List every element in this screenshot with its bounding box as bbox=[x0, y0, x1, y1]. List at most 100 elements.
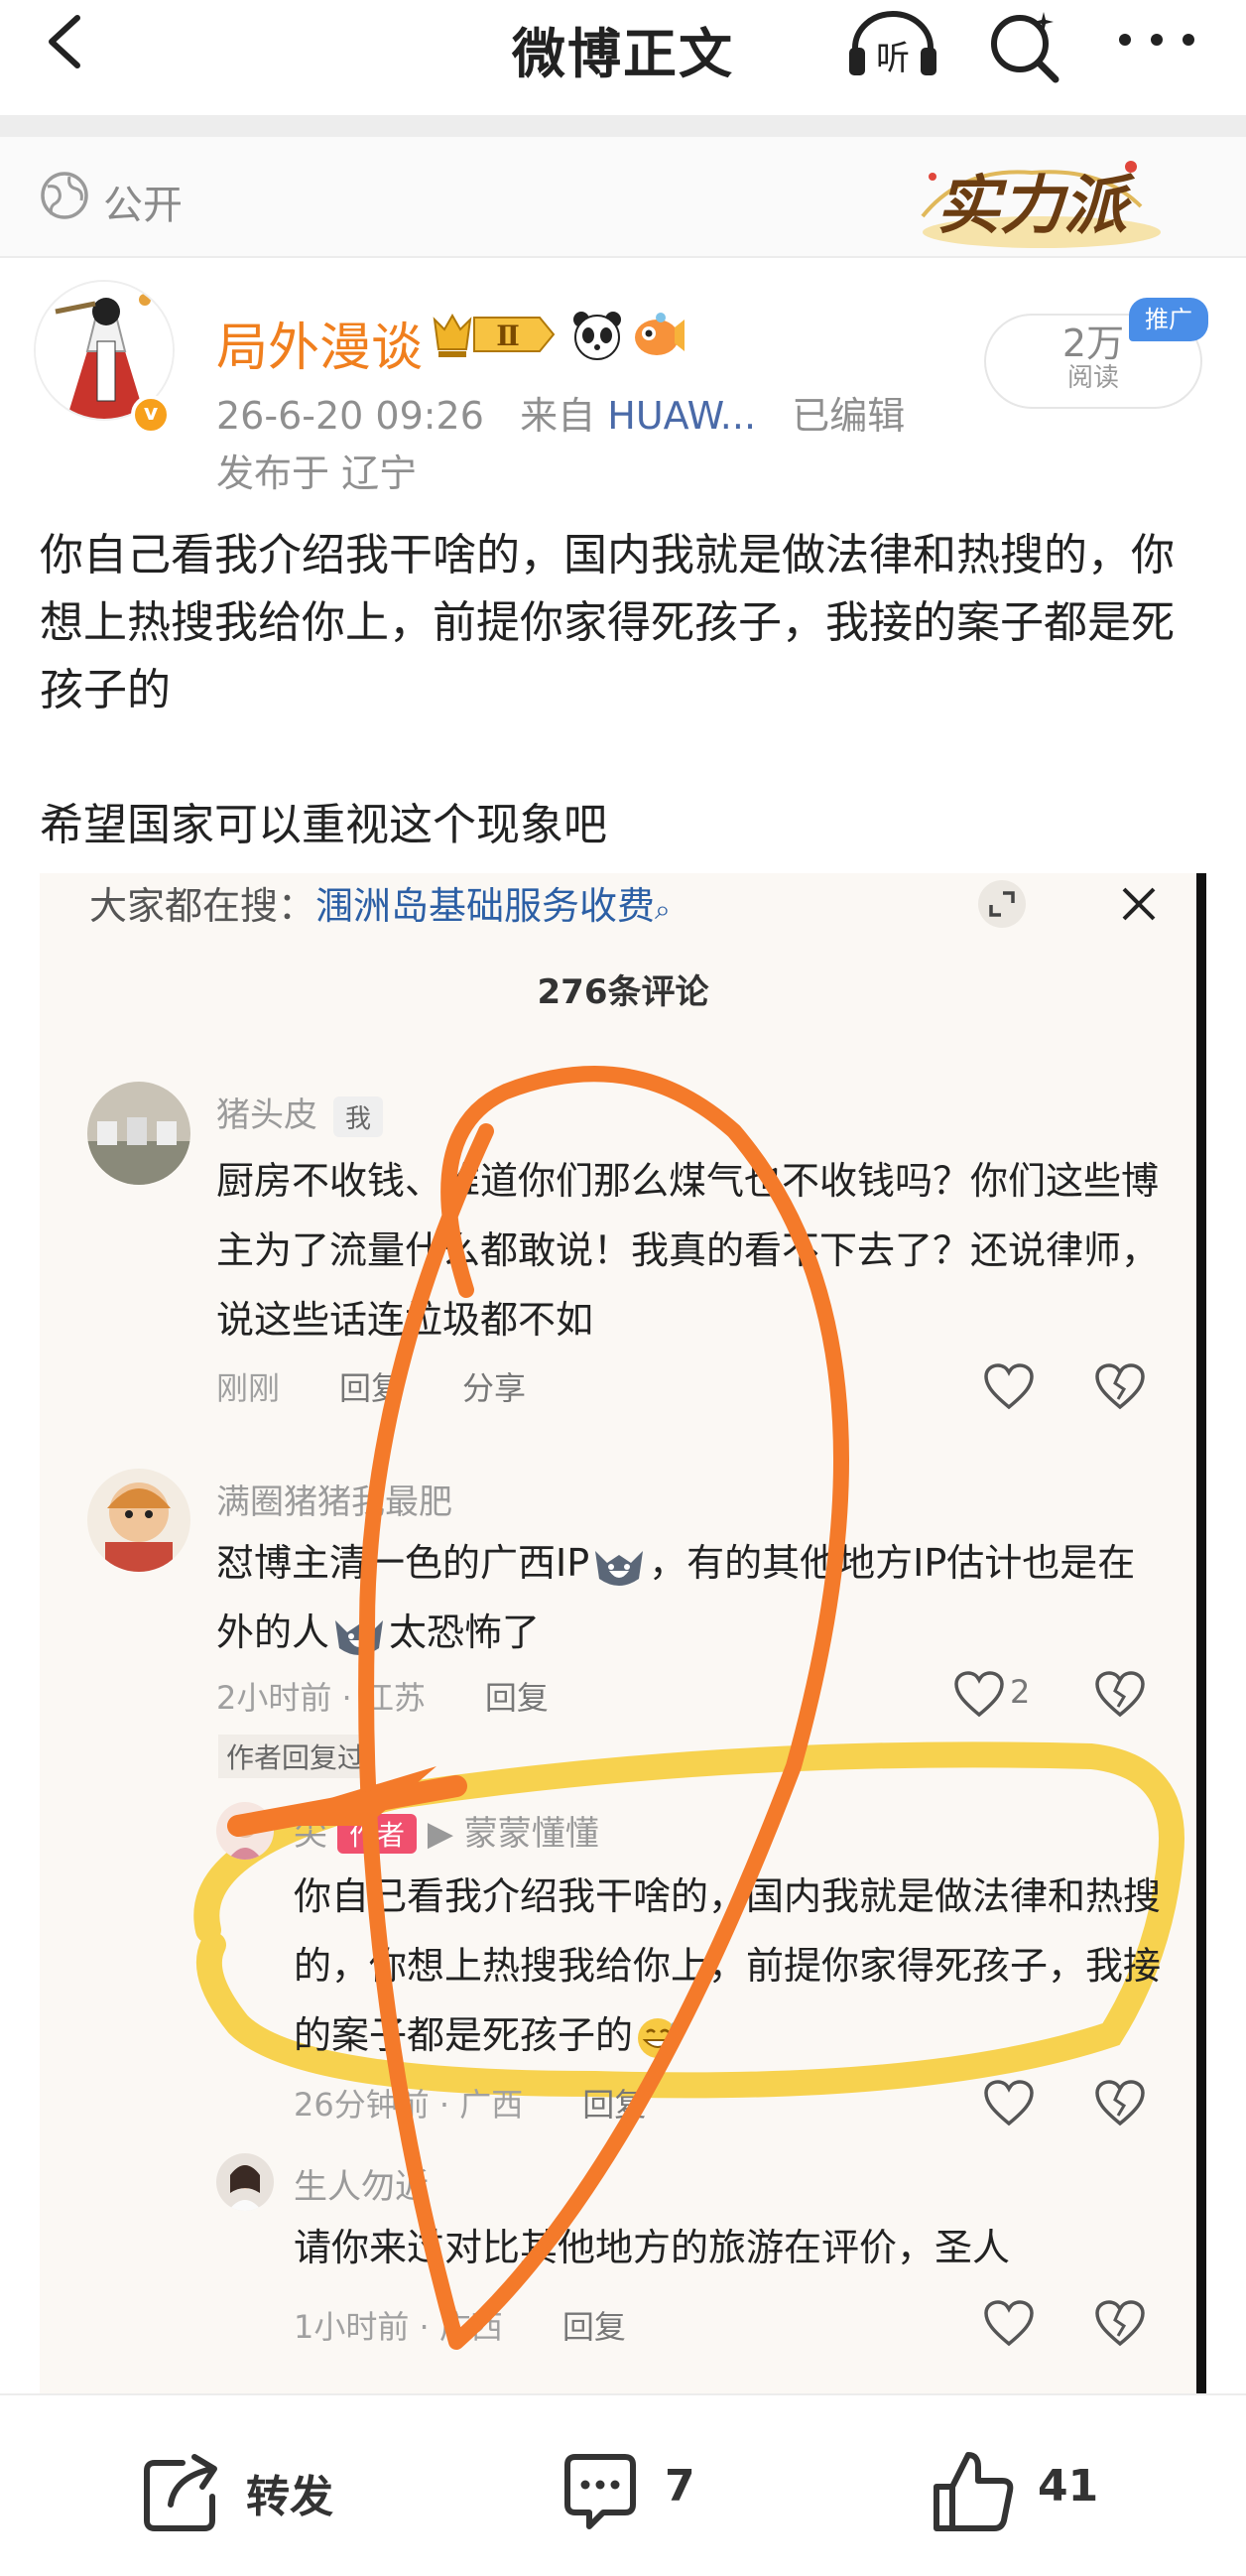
dislike-heart-icon bbox=[1095, 2300, 1145, 2347]
post-source-link[interactable]: HUAW... bbox=[607, 394, 756, 438]
like-button[interactable]: 41 bbox=[929, 2447, 1127, 2536]
commenter-name-text: 猪头皮 bbox=[216, 1095, 317, 1135]
heart-icon bbox=[984, 2080, 1034, 2126]
edited-label[interactable]: 已编辑 bbox=[792, 394, 905, 438]
commenter-name: 尖作者 ▶ 蒙蒙懂懂 bbox=[294, 1806, 599, 1855]
weibo-post-page: 微博正文 听 公开 实力派 v 局外漫谈 Ⅱ 26-6-20 09:26 来自 … bbox=[0, 0, 1246, 2576]
crown-level-badge-icon: Ⅱ bbox=[433, 313, 556, 357]
post-meta: 26-6-20 09:26 来自 HUAW... 已编辑 bbox=[216, 385, 905, 440]
visibility-bar: 公开 实力派 bbox=[0, 137, 1246, 256]
me-tag: 我 bbox=[333, 1096, 384, 1137]
dislike-heart-icon bbox=[1095, 1363, 1145, 1410]
action-toolbar: 转发 7 41 bbox=[0, 2395, 1246, 2576]
commenter-avatar bbox=[216, 2153, 274, 2211]
top-nav-bar: 微博正文 听 bbox=[0, 0, 1246, 115]
image-edge bbox=[1196, 873, 1206, 2393]
goldfish-icon bbox=[635, 313, 685, 355]
author-name[interactable]: 局外漫谈 bbox=[216, 306, 423, 380]
commenter-name: 满圈猪猪我最肥 bbox=[216, 1482, 452, 1522]
commenter-avatar bbox=[216, 1802, 274, 1860]
globe-icon bbox=[41, 172, 88, 219]
post-location: 发布于 辽宁 bbox=[216, 451, 418, 495]
commenter-name: 生人勿近 bbox=[294, 2167, 429, 2207]
svg-text:Ⅱ: Ⅱ bbox=[496, 320, 520, 352]
read-count-label: 阅读 bbox=[1066, 363, 1119, 393]
comment-meta: 2小时前 · 江苏 回复 bbox=[216, 1673, 608, 1719]
reply-to-name: ▶ 蒙蒙懂懂 bbox=[427, 1814, 599, 1854]
heart-icon bbox=[954, 1671, 1004, 1718]
trending-prefix: 大家都在搜： bbox=[89, 884, 316, 928]
author-replied-label: 作者回复过 bbox=[218, 1735, 374, 1778]
svg-text:听: 听 bbox=[876, 39, 910, 78]
like-count: 2 bbox=[1010, 1673, 1031, 1711]
heart-icon bbox=[984, 2300, 1034, 2347]
comment-time: 2小时前 · 江苏 bbox=[216, 1679, 426, 1717]
comment-text-body: 你自己看我介绍我干啥的，国内我就是做法律和热搜的，你想上热搜我给你上，前提你家得… bbox=[294, 1874, 1162, 2057]
comment-meta: 26分钟前 · 广西 回复 bbox=[294, 2080, 705, 2125]
avatar-image bbox=[216, 1802, 274, 1860]
heart-icon bbox=[984, 1363, 1034, 1410]
reply-link: 回复 bbox=[339, 1369, 404, 1407]
trending-keyword: 涠洲岛基础服务收费 bbox=[315, 884, 656, 928]
strength-badge-text: 实力派 bbox=[936, 169, 1127, 243]
post-paragraph: 希望国家可以重视这个现象吧 bbox=[40, 800, 607, 850]
comment-text-part: 太恐怖了 bbox=[389, 1610, 541, 1654]
comment-text: 你自己看我介绍我干啥的，国内我就是做法律和热搜的，你想上热搜我给你上，前提你家得… bbox=[294, 1862, 1167, 2070]
avatar-image bbox=[216, 2153, 274, 2211]
listen-headphones-icon[interactable]: 听 bbox=[845, 8, 940, 79]
share-link: 分享 bbox=[462, 1369, 527, 1407]
repost-label: 转发 bbox=[246, 2472, 333, 2522]
husky-emoji-icon bbox=[595, 1550, 644, 1586]
comment-time: 26分钟前 · 广西 bbox=[294, 2086, 524, 2124]
promote-tag[interactable]: 推广 bbox=[1129, 298, 1208, 341]
post-paragraph: 你自己看我介绍我干啥的，国内我就是做法律和热搜的，你想上热搜我给你上，前提你家得… bbox=[40, 530, 1175, 715]
comment-count-header: 276条评论 bbox=[537, 972, 709, 1012]
dislike-heart-icon bbox=[1095, 2080, 1145, 2126]
close-icon bbox=[1122, 887, 1156, 921]
repost-button[interactable]: 转发 bbox=[137, 2447, 375, 2536]
comment-text: 厨房不收钱、难道你们那么煤气也不收钱吗？你们这些博主为了流量什么都敢说！我真的看… bbox=[216, 1159, 1160, 1342]
commenter-name-text: 尖 bbox=[294, 1814, 327, 1854]
commenter-avatar bbox=[87, 1469, 190, 1572]
like-count: 41 bbox=[1038, 2461, 1099, 2512]
reply-link: 回复 bbox=[561, 2308, 626, 2346]
comment-text: 请你来过对比其他地方的旅游在评价，圣人 bbox=[294, 2226, 1011, 2269]
comment-meta: 1小时前 · 广西 回复 bbox=[294, 2302, 685, 2348]
visibility-label: 公开 bbox=[103, 183, 183, 228]
comment-text-part: 怼博主清一色的广西IP bbox=[216, 1541, 590, 1585]
dislike-heart-icon bbox=[1095, 1671, 1145, 1718]
reply-link: 回复 bbox=[484, 1679, 549, 1717]
divider bbox=[0, 256, 1246, 258]
comment-meta: 刚刚 回复 分享 bbox=[216, 1363, 585, 1409]
panda-icon bbox=[573, 312, 621, 360]
comment-button[interactable]: 7 bbox=[556, 2447, 754, 2536]
grin-sweat-emoji-icon bbox=[638, 2017, 679, 2058]
commenter-name: 猪头皮我 bbox=[216, 1088, 384, 1137]
comment-text: 怼博主清一色的广西IP ，有的其他地方IP估计也是在外的人 太恐怖了 bbox=[216, 1528, 1169, 1667]
comment-time: 1小时前 · 广西 bbox=[294, 2308, 503, 2346]
search-icon[interactable] bbox=[986, 6, 1065, 85]
search-glyph-icon: ⌕ bbox=[655, 893, 671, 926]
post-body: 你自己看我介绍我干啥的，国内我就是做法律和热搜的，你想上热搜我给你上，前提你家得… bbox=[40, 522, 1210, 859]
comment-bubble-icon bbox=[564, 2454, 636, 2529]
reply-link: 回复 bbox=[582, 2086, 647, 2124]
expand-icon bbox=[978, 880, 1026, 928]
husky-emoji-icon bbox=[335, 1619, 384, 1655]
more-options-icon[interactable] bbox=[1115, 20, 1198, 60]
comment-count: 7 bbox=[665, 2461, 695, 2512]
author-tag: 作者 bbox=[337, 1814, 418, 1854]
avatar-image bbox=[87, 1469, 190, 1572]
commenter-avatar bbox=[87, 1082, 190, 1185]
strength-badge[interactable]: 实力派 bbox=[893, 147, 1171, 252]
comment-time: 刚刚 bbox=[216, 1369, 281, 1407]
post-image[interactable]: 大家都在搜：涠洲岛基础服务收费⌕ 276条评论 猪头皮我 厨房不收钱、难道你们那… bbox=[40, 873, 1206, 2393]
avatar-image bbox=[87, 1082, 190, 1185]
thumbs-up-icon bbox=[934, 2452, 1014, 2531]
divider-band bbox=[0, 115, 1246, 137]
trending-search-bar: 大家都在搜：涠洲岛基础服务收费⌕ bbox=[89, 875, 671, 930]
verified-v-icon: v bbox=[131, 395, 171, 435]
repost-share-icon bbox=[144, 2454, 217, 2531]
from-label: 来自 bbox=[520, 394, 596, 438]
post-timestamp: 26-6-20 09:26 bbox=[216, 394, 484, 438]
